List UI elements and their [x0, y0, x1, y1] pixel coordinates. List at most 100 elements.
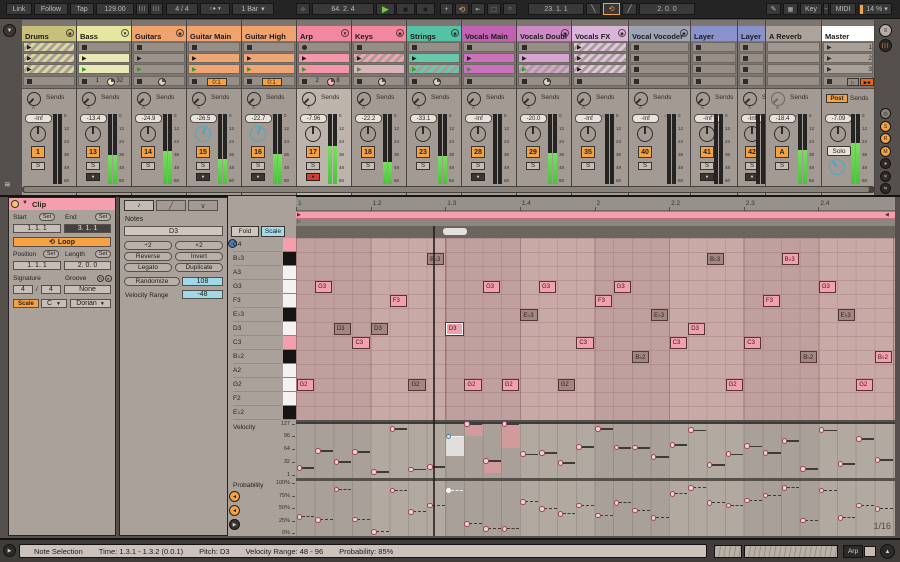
pan-knob[interactable]	[415, 126, 431, 142]
velocity-marker-line[interactable]	[600, 428, 613, 430]
midi-note[interactable]: G3	[614, 281, 631, 293]
clip-slot[interactable]	[243, 42, 295, 52]
midi-note[interactable]: E♭3	[838, 309, 855, 321]
zoom-scroll-handle[interactable]	[443, 228, 467, 235]
probability-marker-line[interactable]	[507, 528, 520, 529]
volume-value[interactable]: -22.2	[355, 114, 382, 123]
velocity-marker-line[interactable]	[302, 467, 315, 469]
velocity-marker-line[interactable]	[712, 464, 725, 466]
tempo-field[interactable]: 129.00	[96, 3, 134, 15]
velocity-marker-line[interactable]	[357, 451, 370, 453]
clip-slot[interactable]: ▶	[188, 53, 240, 63]
send-a-knob[interactable]	[357, 92, 371, 106]
piano-key-b♭2[interactable]	[283, 350, 296, 364]
midi-note[interactable]: G2	[558, 379, 575, 391]
clip-slot[interactable]	[739, 53, 764, 63]
clip-activator-icon[interactable]	[11, 200, 19, 208]
beat-ruler[interactable]: 11.21.31.422.22.32.4	[296, 197, 895, 211]
clip-slot[interactable]	[353, 42, 405, 52]
track-header[interactable]: Bass▼	[77, 26, 131, 41]
monitor-button[interactable]: ●	[700, 173, 714, 181]
velocity-marker[interactable]	[576, 444, 582, 450]
velocity-marker-line[interactable]	[507, 424, 520, 426]
midi-note[interactable]: C3	[744, 337, 761, 349]
groove-hotswap-icon[interactable]: ▸	[105, 275, 112, 282]
clip-slot[interactable]	[78, 42, 130, 52]
probability-marker-line[interactable]	[563, 513, 576, 514]
signature-numerator-field[interactable]: 4	[13, 285, 33, 294]
pan-knob[interactable]	[195, 126, 211, 142]
marker-strip[interactable]: ▷	[296, 219, 895, 226]
velocity-marker-line[interactable]	[637, 447, 650, 449]
clip-position-field[interactable]: 1. 1. 1	[13, 261, 61, 270]
back-to-arrangement-button[interactable]: ▶■	[860, 78, 874, 86]
clip-slot[interactable]: ▶	[353, 64, 405, 74]
clip-slot[interactable]: ▶	[573, 42, 627, 52]
midi-note[interactable]: G3	[483, 281, 500, 293]
follow-circle-icon[interactable]: ○	[503, 3, 517, 15]
note-grid[interactable]: G2G3D3C3D3F3G2B♭3D3G2G3G2E♭3G3G2C3F3G3B♭…	[296, 238, 895, 420]
solo-button[interactable]: S	[700, 162, 714, 170]
cpu-meter[interactable]: 14 % ▾	[858, 3, 892, 15]
clip-slot[interactable]: ▶	[133, 53, 185, 63]
clip-slot[interactable]	[630, 64, 689, 74]
volume-value[interactable]: -Inf	[575, 114, 602, 123]
velocity-marker[interactable]	[744, 443, 750, 449]
arp-track-chip[interactable]: Arp	[843, 545, 863, 558]
sends-toggle[interactable]: S	[880, 121, 891, 132]
clip-stop-row[interactable]	[463, 76, 515, 86]
double-time-button[interactable]: ×2	[175, 241, 223, 250]
probability-marker-line[interactable]	[600, 515, 613, 516]
session-collapse-button[interactable]: ▼	[3, 24, 16, 37]
overdub-plus-icon[interactable]: +	[440, 3, 453, 15]
velocity-marker-line[interactable]	[861, 438, 874, 440]
tab-pitch-time[interactable]: ╱	[156, 200, 186, 211]
midi-map-button[interactable]: MIDI	[830, 3, 856, 15]
pan-knob[interactable]	[85, 126, 101, 142]
piano-key-c4[interactable]	[283, 238, 296, 252]
clip-stop-row[interactable]	[353, 76, 405, 86]
probability-marker[interactable]	[688, 485, 694, 491]
signature-denominator-field[interactable]: 4	[41, 285, 61, 294]
clip-stop-row[interactable]: 0:1	[243, 76, 295, 86]
midi-note[interactable]: E♭3	[651, 309, 668, 321]
root-note-select[interactable]: C▼	[41, 299, 67, 308]
clip-thumbnail[interactable]	[864, 546, 876, 557]
send-a-knob[interactable]	[137, 92, 151, 106]
velocity-marker-line[interactable]	[581, 446, 594, 448]
midi-note[interactable]: B♭3	[782, 253, 799, 265]
probability-marker-line[interactable]	[302, 516, 315, 517]
velocity-marker-line[interactable]	[320, 450, 333, 452]
clock-icon[interactable]	[543, 78, 551, 86]
clip-slot[interactable]	[630, 42, 689, 52]
midi-note[interactable]: B♭3	[427, 253, 444, 265]
velocity-marker-line[interactable]	[413, 469, 426, 471]
clip-slot[interactable]: ▶	[298, 64, 350, 74]
punch-in-icon[interactable]: ╲	[586, 3, 601, 15]
probability-marker[interactable]	[632, 508, 638, 514]
velocity-marker[interactable]	[763, 450, 769, 456]
length-set-button[interactable]: Set	[95, 250, 111, 258]
probability-marker-line[interactable]	[824, 490, 837, 491]
loop-overview-mini[interactable]	[714, 545, 742, 558]
velocity-marker-line[interactable]	[693, 430, 706, 432]
midi-note-selected[interactable]: D3	[446, 323, 463, 335]
tab-notes[interactable]: ♪	[124, 200, 154, 211]
pan-knob[interactable]	[305, 126, 321, 142]
probability-marker-line[interactable]	[339, 489, 352, 490]
probability-marker[interactable]	[800, 518, 806, 524]
nudge-down-icon[interactable]: |||	[136, 3, 149, 15]
probability-marker[interactable]	[838, 515, 844, 521]
duplicate-button[interactable]: Duplicate	[175, 263, 223, 272]
volume-value[interactable]: -Inf	[632, 114, 659, 123]
probability-marker[interactable]	[371, 529, 377, 535]
midi-note[interactable]: B♭2	[800, 351, 817, 363]
midi-note[interactable]: C3	[576, 337, 593, 349]
track-status-icon[interactable]: ◉	[561, 29, 569, 37]
fold-button[interactable]: Fold	[231, 226, 259, 237]
pan-knob[interactable]	[637, 126, 653, 142]
track-number-box[interactable]: 16	[251, 146, 265, 158]
clip-slot[interactable]: ▶2	[823, 53, 873, 63]
velocity-marker[interactable]	[800, 466, 806, 472]
track-header[interactable]: Strings◉	[407, 26, 461, 41]
